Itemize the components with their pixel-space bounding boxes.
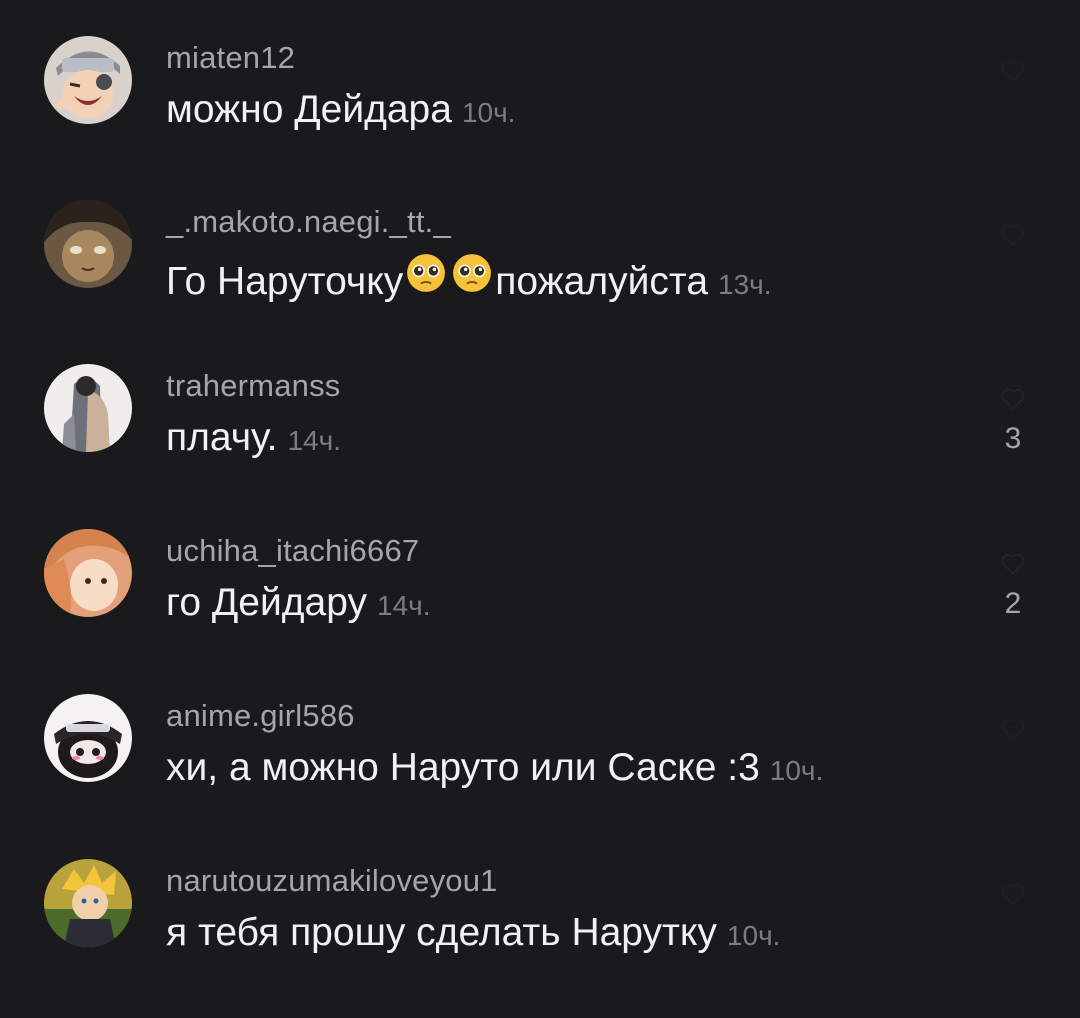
pleading-face-icon — [451, 252, 493, 294]
comment-text: плачу. — [166, 416, 278, 459]
username[interactable]: trahermanss — [166, 368, 341, 404]
like-button[interactable]: 3 — [1000, 386, 1026, 456]
comment-item: trahermanss плачу. 14ч. 3 — [0, 364, 1080, 504]
heart-icon[interactable] — [1000, 716, 1026, 742]
comment-text-line: можно Дейдара 10ч. — [166, 88, 515, 132]
like-button[interactable] — [1000, 716, 1026, 752]
avatar[interactable] — [44, 529, 132, 617]
comment-time: 14ч. — [376, 590, 431, 621]
like-count: 3 — [1004, 422, 1022, 455]
avatar[interactable] — [44, 364, 132, 452]
heart-icon[interactable] — [1000, 386, 1026, 412]
heart-icon[interactable] — [1000, 58, 1026, 84]
pleading-face-icon — [405, 252, 447, 294]
comment-text: Го Наруточку — [166, 260, 404, 303]
username[interactable]: miaten12 — [166, 40, 295, 76]
username[interactable]: narutouzumakiloveyou1 — [166, 863, 498, 899]
like-count: 2 — [1004, 587, 1022, 620]
comment-item: miaten12 можно Дейдара 10ч. — [0, 36, 1080, 176]
comment-text: я тебя прошу сделать Нарутку — [166, 911, 717, 954]
comment-time: 10ч. — [726, 920, 781, 951]
comment-list: miaten12 можно Дейдара 10ч. _.makoto.nae… — [0, 0, 1080, 1018]
username[interactable]: _.makoto.naegi._tt._ — [166, 204, 451, 240]
avatar[interactable] — [44, 200, 132, 288]
comment-text: хи, а можно Наруто или Саске :3 — [166, 746, 760, 789]
username[interactable]: uchiha_itachi6667 — [166, 533, 419, 569]
comment-text-line: го Дейдару 14ч. — [166, 581, 431, 625]
heart-icon[interactable] — [1000, 222, 1026, 248]
comment-text-line: я тебя прошу сделать Нарутку 10ч. — [166, 911, 780, 955]
like-button[interactable] — [1000, 222, 1026, 258]
comment-text: можно Дейдара — [166, 88, 452, 131]
avatar[interactable] — [44, 694, 132, 782]
comment-text-line: плачу. 14ч. — [166, 416, 341, 460]
comment-item: narutouzumakiloveyou1 я тебя прошу сдела… — [0, 859, 1080, 999]
heart-icon[interactable] — [1000, 551, 1026, 577]
comment-item: _.makoto.naegi._tt._ Го Наруточку пожалу… — [0, 200, 1080, 340]
comment-time: 10ч. — [461, 97, 516, 128]
comment-item: uchiha_itachi6667 го Дейдару 14ч. 2 — [0, 529, 1080, 669]
comment-time: 10ч. — [769, 755, 824, 786]
comment-item: anime.girl586 хи, а можно Наруто или Сас… — [0, 694, 1080, 834]
comment-text: го Дейдару — [166, 581, 367, 624]
comment-time: 14ч. — [287, 425, 341, 456]
username[interactable]: anime.girl586 — [166, 698, 355, 734]
comment-time: 13ч. — [718, 269, 772, 300]
avatar[interactable] — [44, 36, 132, 124]
like-button[interactable]: 2 — [1000, 551, 1026, 621]
comment-text-after: пожалуйста — [495, 260, 709, 303]
heart-icon[interactable] — [1000, 881, 1026, 907]
comment-text-line: хи, а можно Наруто или Саске :3 10ч. — [166, 746, 823, 790]
avatar[interactable] — [44, 859, 132, 947]
like-button[interactable] — [1000, 58, 1026, 94]
like-button[interactable] — [1000, 881, 1026, 917]
comment-text-line: Го Наруточку пожалуйста 13ч. — [166, 252, 772, 304]
